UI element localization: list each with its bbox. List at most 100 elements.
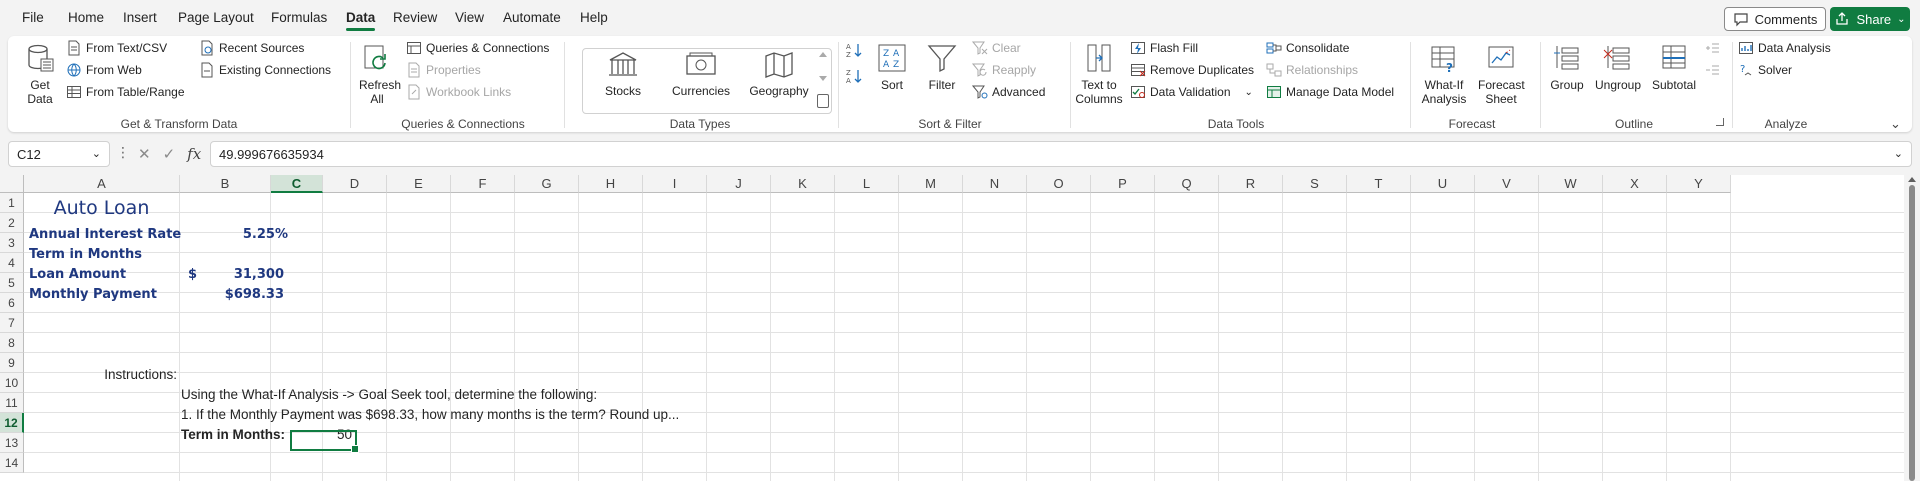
expand-formula-bar-icon[interactable]: ⌄ (1894, 147, 1903, 160)
stocks-button[interactable]: Stocks (590, 50, 656, 108)
name-box[interactable]: C12 ⌄ (8, 141, 110, 167)
row-header-7[interactable]: 7 (0, 313, 24, 333)
flash-fill-button[interactable]: Flash Fill (1130, 40, 1198, 56)
workbook-links-button[interactable]: Workbook Links (406, 84, 511, 100)
column-header-l[interactable]: L (835, 175, 899, 193)
column-header-a[interactable]: A (24, 175, 180, 193)
cell-a3[interactable]: Term in Months (29, 245, 142, 265)
recent-sources-button[interactable]: Recent Sources (199, 40, 304, 56)
tab-formulas[interactable]: Formulas (271, 10, 327, 25)
tab-view[interactable]: View (455, 10, 484, 25)
column-header-u[interactable]: U (1411, 175, 1475, 193)
remove-duplicates-button[interactable]: Remove Duplicates (1130, 62, 1254, 78)
text-to-columns-button[interactable]: Text to Columns (1074, 42, 1124, 106)
column-header-k[interactable]: K (771, 175, 835, 193)
row-header-5[interactable]: 5 (0, 273, 24, 293)
consolidate-button[interactable]: Consolidate (1266, 40, 1349, 56)
more-icon[interactable] (817, 94, 829, 108)
row-header-13[interactable]: 13 (0, 433, 24, 453)
cell-b10[interactable]: Using the What-If Analysis -> Goal Seek … (181, 385, 597, 405)
column-header-v[interactable]: V (1475, 175, 1539, 193)
subtotal-button[interactable]: Subtotal (1650, 42, 1698, 92)
tab-insert[interactable]: Insert (123, 10, 157, 25)
row-header-11[interactable]: 11 (0, 393, 24, 413)
sort-a-z-button[interactable]: AZ (846, 42, 862, 58)
tab-data[interactable]: Data (346, 10, 376, 31)
data-analysis-button[interactable]: Data Analysis (1738, 40, 1831, 56)
row-header-4[interactable]: 4 (0, 253, 24, 273)
cell-b5[interactable]: $698.33 (180, 285, 284, 305)
cell-a4[interactable]: Loan Amount (29, 265, 126, 285)
column-header-n[interactable]: N (963, 175, 1027, 193)
tab-review[interactable]: Review (393, 10, 437, 25)
cell-b11[interactable]: 1. If the Monthly Payment was $698.33, h… (181, 405, 679, 425)
what-if-analysis-button[interactable]: ? What-If Analysis (1416, 42, 1472, 106)
cell-b12[interactable]: Term in Months: (181, 425, 285, 445)
from-table-range-button[interactable]: From Table/Range (66, 84, 185, 100)
column-header-x[interactable]: X (1603, 175, 1667, 193)
sort-button[interactable]: ZAAZ Sort (874, 42, 910, 92)
cancel-icon[interactable]: ✕ (138, 145, 151, 163)
tab-help[interactable]: Help (580, 10, 608, 25)
column-header-m[interactable]: M (899, 175, 963, 193)
manage-data-model-button[interactable]: Manage Data Model (1266, 84, 1394, 100)
column-header-o[interactable]: O (1027, 175, 1091, 193)
spreadsheet-grid[interactable]: A B C D E F G H I J K L M N O P Q R S T U V W X Y 1 2 3 4 5 6 7 8 9 10 11 12… (0, 175, 1920, 481)
cell-a5[interactable]: Monthly Payment (29, 285, 157, 305)
cell-a9[interactable]: Instructions: (24, 365, 177, 385)
select-all-corner[interactable] (0, 175, 24, 193)
scroll-thumb[interactable] (1909, 185, 1915, 481)
refresh-all-button[interactable]: Refresh All (356, 42, 401, 106)
relationships-button[interactable]: Relationships (1266, 62, 1358, 78)
cell-b4[interactable]: 31,300 (200, 265, 284, 285)
column-header-r[interactable]: R (1219, 175, 1283, 193)
dialog-launcher-icon[interactable] (1716, 118, 1724, 126)
column-header-p[interactable]: P (1091, 175, 1155, 193)
chevron-down-icon[interactable] (819, 76, 827, 81)
reapply-button[interactable]: Reapply (972, 62, 1036, 78)
column-header-i[interactable]: I (643, 175, 707, 193)
currencies-button[interactable]: Currencies (666, 50, 736, 108)
share-button[interactable]: Share ⌄ (1830, 7, 1910, 31)
get-data-button[interactable]: Get Data (20, 42, 60, 106)
chevron-up-icon[interactable] (819, 52, 827, 57)
row-header-10[interactable]: 10 (0, 373, 24, 393)
geography-button[interactable]: Geography (746, 50, 812, 108)
cell-b2[interactable]: 5.25% (180, 225, 288, 245)
column-header-t[interactable]: T (1347, 175, 1411, 193)
cell-a2[interactable]: Annual Interest Rate (29, 225, 181, 245)
chevron-down-icon[interactable]: ⌄ (92, 147, 101, 160)
clear-filter-button[interactable]: Clear (972, 40, 1021, 56)
comments-button[interactable]: Comments (1724, 7, 1826, 31)
row-header-8[interactable]: 8 (0, 333, 24, 353)
row-header-3[interactable]: 3 (0, 233, 24, 253)
row-header-9[interactable]: 9 (0, 353, 24, 373)
column-header-b[interactable]: B (180, 175, 271, 193)
column-header-w[interactable]: W (1539, 175, 1603, 193)
row-header-1[interactable]: 1 (0, 193, 24, 213)
row-header-12[interactable]: 12 (0, 413, 24, 433)
from-web-button[interactable]: From Web (66, 62, 142, 78)
column-header-g[interactable]: G (515, 175, 579, 193)
insert-function-icon[interactable]: fx (187, 145, 201, 163)
column-header-y[interactable]: Y (1667, 175, 1731, 193)
gallery-scroll[interactable] (816, 48, 830, 114)
sort-z-a-button[interactable]: ZA (846, 68, 862, 84)
row-header-6[interactable]: 6 (0, 293, 24, 313)
data-validation-button[interactable]: Data Validation ⌄ (1130, 84, 1253, 100)
formula-input[interactable]: 49.999676635934 ⌄ (210, 141, 1912, 167)
from-text-csv-button[interactable]: From Text/CSV (66, 40, 167, 56)
vertical-scrollbar[interactable] (1904, 175, 1920, 481)
queries-connections-button[interactable]: Queries & Connections (406, 40, 549, 56)
tab-file[interactable]: File (22, 10, 44, 25)
chevron-down-icon[interactable]: ⌄ (1245, 87, 1253, 98)
column-header-q[interactable]: Q (1155, 175, 1219, 193)
column-header-h[interactable]: H (579, 175, 643, 193)
tab-home[interactable]: Home (68, 10, 104, 25)
show-detail-button[interactable] (1704, 40, 1720, 56)
column-header-d[interactable]: D (323, 175, 387, 193)
group-button[interactable]: Group (1546, 42, 1588, 92)
tab-automate[interactable]: Automate (503, 10, 561, 25)
enter-icon[interactable]: ✓ (163, 145, 176, 163)
collapse-ribbon-icon[interactable]: ⌄ (1890, 116, 1901, 132)
